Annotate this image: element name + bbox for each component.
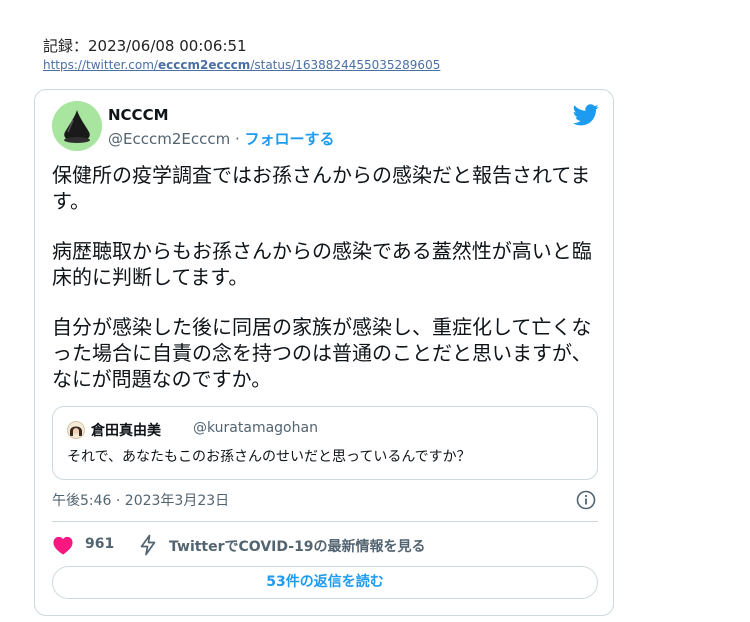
tweet-paragraph: 自分が感染した後に同居の家族が感染し、重症化して亡くなった場合に自責の念を持つの… — [52, 315, 592, 391]
lightning-bolt-icon — [140, 534, 156, 556]
tweet-text: 保健所の疫学調査ではお孫さんからの感染だと報告されてます。 病歴聴取からもお孫さ… — [52, 162, 597, 392]
covid-info-link[interactable]: TwitterでCOVID-19の最新情報を見る — [169, 536, 426, 556]
author-name[interactable]: NCCCM — [108, 106, 169, 124]
twitter-bird-icon[interactable] — [573, 104, 599, 126]
quote-author-avatar — [67, 421, 85, 439]
record-url-link[interactable]: https://twitter.com/ecccm2ecccm/status/1… — [43, 58, 440, 72]
divider — [52, 521, 598, 522]
heart-icon[interactable] — [52, 535, 74, 555]
author-meta: @Ecccm2Ecccm · フォローする — [108, 128, 335, 149]
record-url-prefix: https://twitter.com/ — [43, 58, 158, 72]
quote-author-handle: @kuratamagohan — [193, 420, 318, 436]
quote-author-name: 倉田真由美 — [91, 423, 161, 439]
info-icon[interactable] — [576, 490, 596, 510]
tweet-timestamp[interactable]: 午後5:46 · 2023年3月23日 — [52, 490, 229, 510]
like-count[interactable]: 961 — [85, 536, 114, 552]
kiss-chocolate-avatar-icon — [52, 101, 102, 151]
record-url-handle: ecccm2ecccm — [157, 58, 251, 72]
embedded-tweet-card: NCCCM @Ecccm2Ecccm · フォローする 保健所の疫学調査ではお孫… — [34, 89, 614, 616]
read-replies-button[interactable]: 53件の返信を読む — [52, 566, 598, 599]
record-timestamp: 記録：2023/06/08 00:06:51 — [43, 37, 247, 55]
record-url-suffix: /status/1638824455035289605 — [250, 58, 441, 72]
author-handle[interactable]: @Ecccm2Ecccm — [108, 130, 230, 148]
quote-text: それで、あなたもこのお孫さんのせいだと思っているんですか？ — [67, 449, 471, 465]
follow-button[interactable]: フォローする — [245, 130, 335, 148]
person-avatar-icon — [68, 422, 84, 438]
tweet-paragraph: 病歴聴取からもお孫さんからの感染である蓋然性が高いと臨床的に判断してます。 — [52, 239, 592, 289]
tweet-paragraph: 保健所の疫学調査ではお孫さんからの感染だと報告されてます。 — [52, 163, 591, 213]
quoted-tweet-card[interactable]: 倉田真由美 @kuratamagohan それで、あなたもこのお孫さんのせいだと… — [52, 406, 598, 480]
meta-separator: · — [230, 130, 245, 148]
author-avatar[interactable] — [52, 101, 102, 151]
